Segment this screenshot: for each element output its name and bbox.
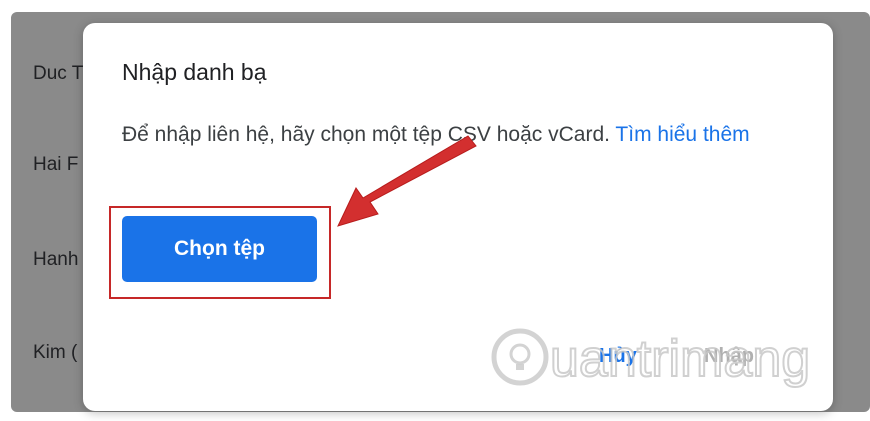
dialog-body-text: Để nhập liên hệ, hãy chọn một tệp CSV ho… bbox=[122, 123, 610, 146]
dialog-title: Nhập danh bạ bbox=[122, 59, 267, 85]
contact-row: Duc T bbox=[33, 63, 84, 84]
dialog-actions: Hủy Nhập bbox=[83, 345, 833, 375]
contact-row: Hai F bbox=[33, 154, 79, 175]
learn-more-link[interactable]: Tìm hiểu thêm bbox=[615, 123, 749, 146]
choose-file-button[interactable]: Chọn tệp bbox=[122, 216, 317, 282]
screenshot-stage: Duc T Hai F Hanh Kim ( Nhập danh bạ Để n… bbox=[0, 0, 870, 421]
contact-row: Hanh bbox=[33, 249, 79, 270]
import-contacts-dialog: Nhập danh bạ Để nhập liên hệ, hãy chọn m… bbox=[83, 23, 833, 411]
import-button[interactable]: Nhập bbox=[704, 345, 754, 368]
contact-row: Kim ( bbox=[33, 342, 78, 363]
dialog-description: Để nhập liên hệ, hãy chọn một tệp CSV ho… bbox=[122, 118, 782, 152]
cancel-button[interactable]: Hủy bbox=[599, 345, 637, 368]
